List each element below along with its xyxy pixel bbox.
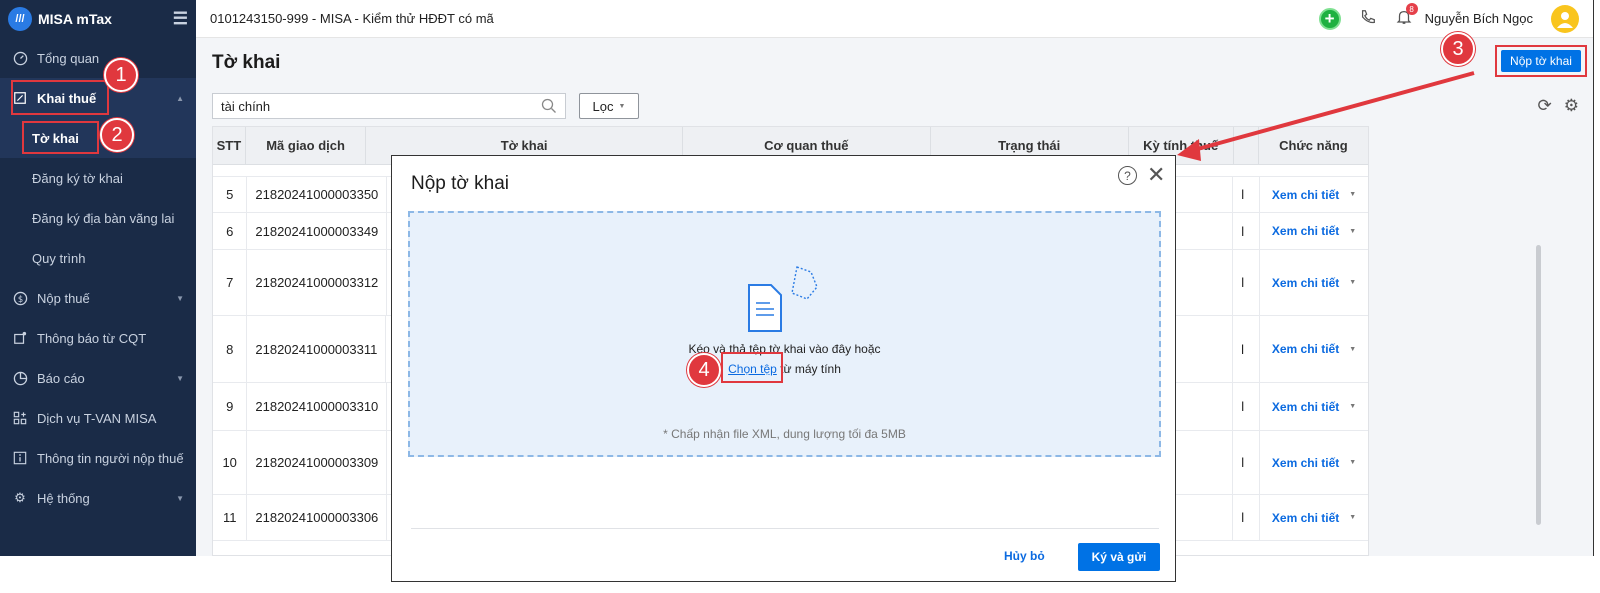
screenshot-margin-bottom-right: [1176, 556, 1600, 593]
help-icon[interactable]: ?: [1118, 166, 1137, 185]
callout-highlight-choose-file: [721, 352, 783, 383]
file-constraint-note: * Chấp nhận file XML, dung lượng tối đa …: [663, 427, 906, 441]
screenshot-margin-right: [1593, 0, 1600, 556]
from-computer-text: từ máy tính: [780, 362, 841, 376]
submit-declaration-modal: Nộp tờ khai ? ✕ Kéo và thả tệp tờ khai v…: [391, 155, 1176, 582]
screenshot-margin-bottom-left: [0, 556, 391, 593]
modal-divider: [411, 528, 1159, 529]
close-icon[interactable]: ✕: [1147, 163, 1165, 187]
file-upload-icon: [748, 266, 818, 332]
sign-and-send-button[interactable]: Ký và gửi: [1078, 543, 1160, 571]
modal-title: Nộp tờ khai: [411, 173, 510, 194]
callout-number-4: 4: [687, 353, 721, 387]
dropzone-instruction: Kéo và thả tệp tờ khai vào đây hoặc: [688, 342, 881, 356]
file-dropzone[interactable]: Kéo và thả tệp tờ khai vào đây hoặc Chọn…: [408, 211, 1161, 457]
cancel-button[interactable]: Hủy bỏ: [1004, 549, 1045, 563]
